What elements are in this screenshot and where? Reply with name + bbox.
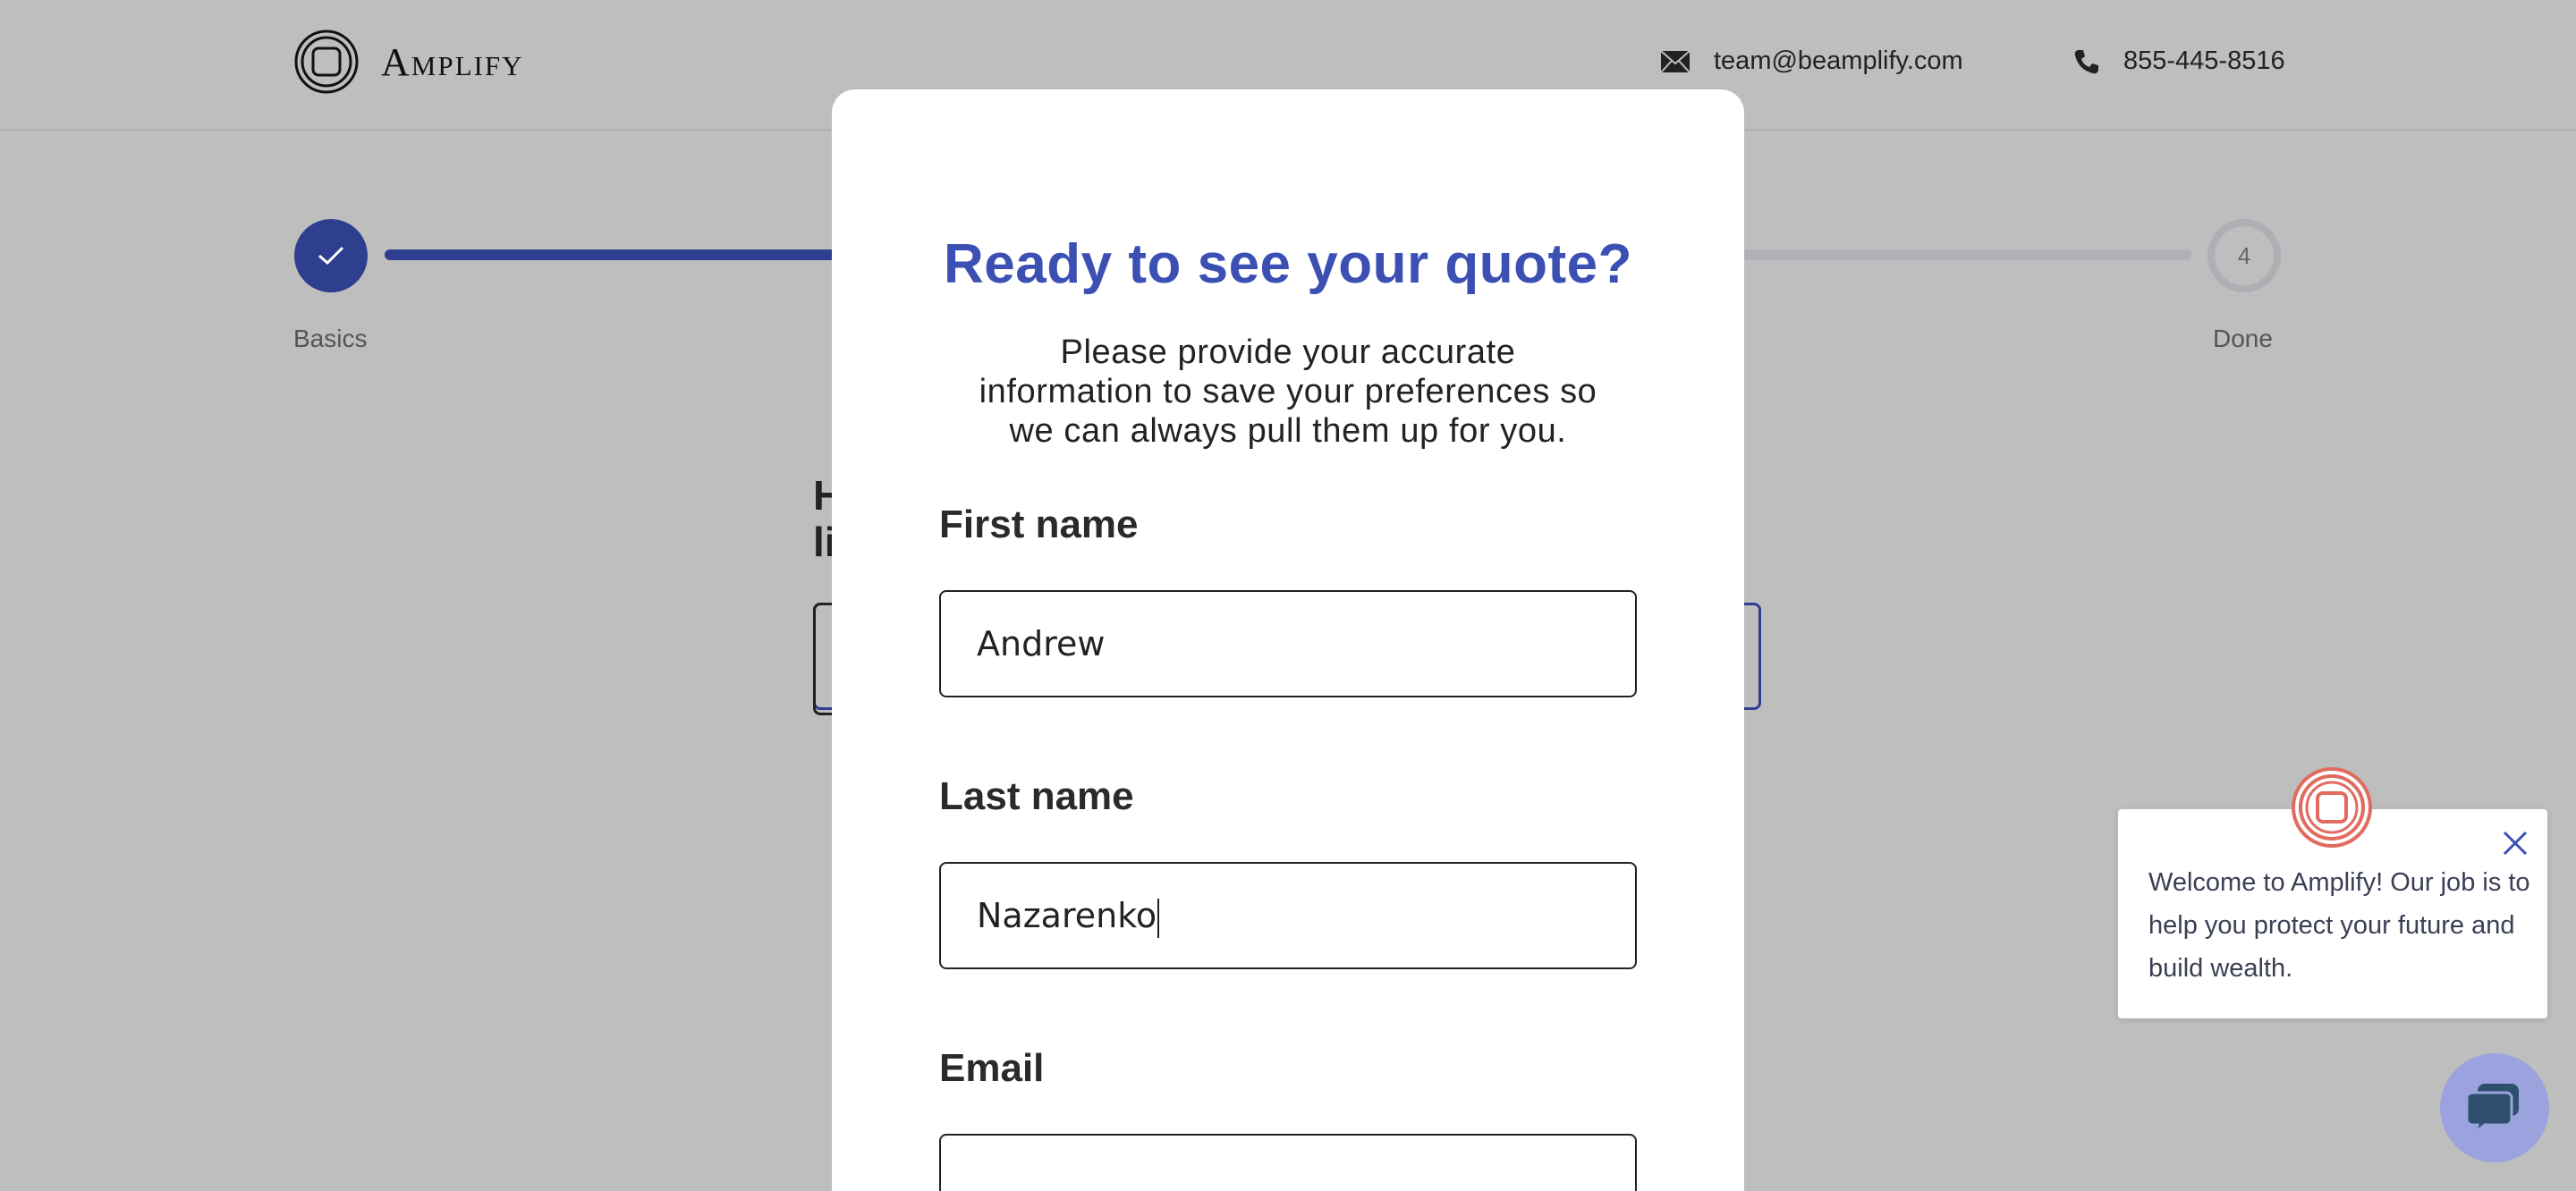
last-name-label: Last name	[939, 774, 1134, 818]
text-caret	[1157, 898, 1160, 938]
first-name-label: First name	[939, 503, 1139, 546]
step-label-done: Done	[2213, 325, 2273, 352]
progress-bar-track	[1699, 249, 2191, 260]
last-name-field[interactable]: Nazarenko	[939, 862, 1637, 969]
checkmark-icon	[318, 246, 344, 266]
chat-avatar-logo-icon	[2292, 767, 2372, 848]
email-label: Email	[939, 1046, 1045, 1090]
mail-icon	[1660, 49, 1690, 73]
progress-bar-filled	[385, 249, 850, 260]
amplify-logo[interactable]: Amplify	[293, 29, 523, 95]
step-done-indicator: 4	[2207, 219, 2281, 292]
brand-name: Amplify	[381, 39, 524, 84]
amplify-logo-icon	[294, 30, 359, 94]
chat-welcome-message: Welcome to Amplify! Our job is to help y…	[2148, 868, 2530, 983]
modal-title: Ready to see your quote?	[944, 233, 1632, 295]
email-text: team@beamplify.com	[1714, 46, 1963, 75]
modal-description: Please provide your accurate information…	[979, 334, 1597, 450]
contact-email[interactable]: team@beamplify.com	[1660, 46, 1963, 76]
chat-icon	[2465, 1084, 2519, 1136]
first-name-field[interactable]: Andrew	[939, 590, 1637, 697]
phone-icon	[2074, 49, 2098, 73]
last-name-value: Nazarenko	[977, 896, 1157, 935]
step-number: 4	[2237, 241, 2251, 269]
close-icon[interactable]	[2497, 825, 2533, 861]
step-basics-complete	[294, 219, 368, 292]
phone-text: 855-445-8516	[2123, 46, 2285, 75]
email-field[interactable]	[939, 1134, 1637, 1191]
first-name-value: Andrew	[977, 624, 1106, 663]
contact-phone[interactable]: 855-445-8516	[2073, 46, 2285, 76]
step-label-basics: Basics	[293, 325, 368, 352]
chat-launcher-button[interactable]	[2440, 1053, 2549, 1162]
quote-modal: Ready to see your quote? Please provide …	[832, 89, 1744, 1191]
